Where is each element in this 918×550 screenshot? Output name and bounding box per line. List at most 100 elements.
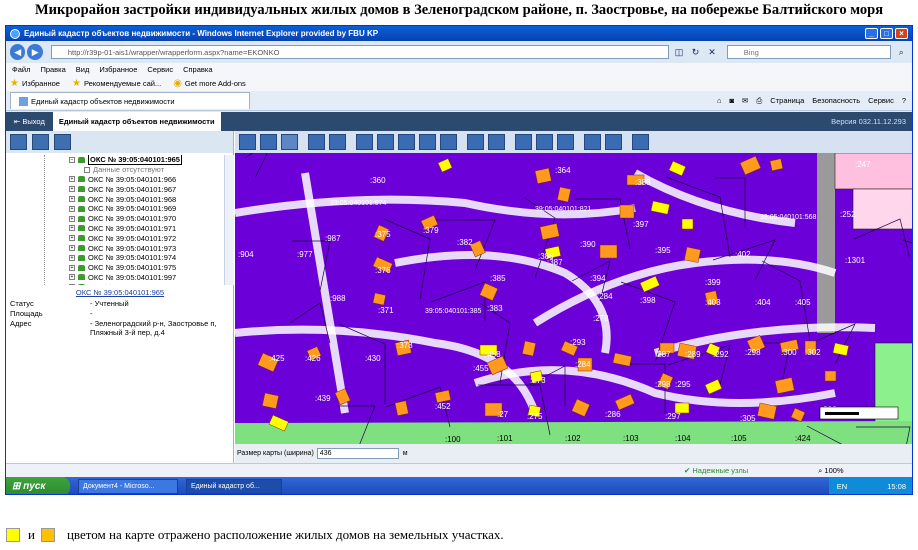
tree-item[interactable]: + ОКС № 39:05:040101:972 — [6, 233, 234, 243]
scale-icon[interactable] — [440, 134, 457, 150]
expand-icon[interactable]: + — [69, 186, 75, 193]
expand-icon[interactable]: + — [69, 284, 75, 285]
language-indicator[interactable]: EN — [837, 482, 847, 491]
layers-toggle-icon[interactable] — [584, 134, 601, 150]
tree-scrollbar[interactable] — [224, 155, 234, 285]
pan-icon[interactable] — [329, 134, 346, 150]
tree-item[interactable]: + ОКС № 39:05:040101:966 — [6, 175, 234, 185]
map-parcel-label: :426 — [305, 354, 321, 363]
search-input[interactable] — [726, 45, 892, 59]
print-map-icon[interactable] — [536, 134, 553, 150]
expand-icon[interactable]: + — [69, 245, 75, 252]
page-menu[interactable]: Страница — [770, 96, 804, 105]
tree-item-label: ОКС № 39:05:040101:969 — [88, 204, 177, 214]
map-parcel-label: :378 — [397, 341, 413, 350]
browser-tab[interactable]: Единый кадастр объектов недвижимости — [10, 92, 250, 109]
layers-icon[interactable] — [10, 134, 27, 150]
map-road — [532, 255, 837, 327]
maximize-button[interactable]: □ — [880, 28, 893, 39]
tree-item[interactable]: + ОКС № 39:05:040101:997 — [6, 273, 234, 283]
map-size-input[interactable] — [316, 448, 399, 459]
expand-icon[interactable]: + — [69, 176, 75, 183]
url-input[interactable] — [50, 45, 670, 59]
info-icon[interactable] — [488, 134, 505, 150]
zoom-out-icon[interactable] — [377, 134, 394, 150]
tree-item[interactable]: + ОКС № 39:05:040101:967 — [6, 184, 234, 194]
map-canvas[interactable]: :247:360:364:388:252:1301:987:375:379:38… — [235, 153, 913, 444]
exit-button[interactable]: ⇤ Выход — [6, 112, 53, 131]
security-zone[interactable]: ✔ Надежные узлы — [684, 466, 748, 475]
expand-icon[interactable]: + — [69, 274, 75, 281]
stop-icon[interactable]: ✕ — [705, 45, 719, 59]
mail-icon[interactable]: ✉ — [742, 96, 748, 105]
search-objects-icon[interactable] — [32, 134, 49, 150]
zoom-level[interactable]: ⌕ 100% — [818, 466, 843, 476]
back-icon[interactable]: ◀ — [10, 44, 26, 60]
measure-icon[interactable] — [515, 134, 532, 150]
menu-edit[interactable]: Правка — [40, 65, 65, 74]
search-icon[interactable]: ⌕ — [894, 45, 908, 59]
expand-icon[interactable]: + — [69, 264, 75, 271]
save-map-icon[interactable] — [308, 134, 325, 150]
app-tab[interactable]: Единый кадастр объектов недвижимости — [52, 112, 221, 131]
full-extent-icon[interactable] — [419, 134, 436, 150]
zoom-in-icon[interactable] — [356, 134, 373, 150]
exit-icon: ⇤ — [14, 117, 23, 126]
next-view-icon[interactable] — [281, 134, 298, 150]
cadastre-map[interactable]: :247:360:364:388:252:1301:987:375:379:38… — [235, 153, 913, 444]
menu-view[interactable]: Вид — [76, 65, 90, 74]
get-addons-link[interactable]: ◉ Get more Add-ons — [173, 78, 246, 89]
tree-item[interactable]: + ОКС № 39:05:040101:975 — [6, 263, 234, 273]
compat-view-icon[interactable]: ◫ — [672, 45, 686, 59]
tree-item[interactable]: + ОКС № 39:05:040101:969 — [6, 204, 234, 214]
window-titlebar[interactable]: Единый кадастр объектов недвижимости - W… — [6, 26, 912, 41]
map-parcel-label: :398 — [640, 296, 656, 305]
previous-view-icon[interactable] — [260, 134, 277, 150]
print-icon[interactable]: ⎙ — [756, 96, 762, 106]
map-parcel-label: :379 — [423, 226, 439, 235]
tree-item[interactable]: + ОКС № 39:05:040101:998 — [6, 282, 234, 285]
help-icon[interactable]: ? — [902, 96, 906, 105]
expand-icon[interactable]: + — [69, 196, 75, 203]
export-icon[interactable] — [557, 134, 574, 150]
start-button[interactable]: ⊞ пуск — [6, 477, 70, 494]
menu-help[interactable]: Справка — [183, 65, 212, 74]
expand-icon[interactable]: + — [69, 235, 75, 242]
home-icon[interactable]: ⌂ — [717, 96, 722, 105]
menu-favorites[interactable]: Избранное — [99, 65, 137, 74]
tree-item[interactable]: + ОКС № 39:05:040101:970 — [6, 214, 234, 224]
taskbar-word[interactable]: Документ4 - Microso... — [78, 479, 178, 494]
expand-icon[interactable]: + — [69, 205, 75, 212]
tree-item[interactable]: + ОКС № 39:05:040101:974 — [6, 253, 234, 263]
tools-menu[interactable]: Сервис — [868, 96, 894, 105]
expand-icon[interactable]: + — [69, 254, 75, 261]
hand-icon[interactable] — [398, 134, 415, 150]
save-icon[interactable] — [632, 134, 649, 150]
info-object-link[interactable]: ОКС № 39:05:040101:965 — [6, 288, 234, 297]
tree-item-label: ОКС № 39:05:040101:970 — [88, 214, 177, 224]
tree-item[interactable]: + ОКС № 39:05:040101:973 — [6, 243, 234, 253]
safety-menu[interactable]: Безопасность — [812, 96, 860, 105]
tree-item[interactable]: + ОКС № 39:05:040101:971 — [6, 224, 234, 234]
feeds-icon[interactable]: ◙ — [729, 96, 734, 105]
select-icon[interactable] — [467, 134, 484, 150]
home-view-icon[interactable] — [239, 134, 256, 150]
taskbar-ie[interactable]: Единый кадастр об... — [186, 479, 282, 494]
collapse-icon[interactable]: − — [69, 156, 75, 163]
refresh-icon[interactable]: ↻ — [689, 45, 703, 59]
minimize-button[interactable]: _ — [865, 28, 878, 39]
forward-icon[interactable]: ▶ — [27, 44, 43, 60]
favorites-button[interactable]: ★ Избранное — [10, 78, 60, 89]
legend-icon[interactable] — [605, 134, 622, 150]
menu-file[interactable]: Файл — [12, 65, 30, 74]
tree-item-selected[interactable]: − ОКС № 39:05:040101:965 — [6, 155, 234, 166]
menu-tools[interactable]: Сервис — [147, 65, 173, 74]
map-parcel-label: :403 — [705, 298, 721, 307]
documents-icon[interactable] — [54, 134, 71, 150]
suggested-sites-link[interactable]: ★ Рекомендуемые сай... — [72, 78, 161, 89]
expand-icon[interactable]: + — [69, 215, 75, 222]
expand-icon[interactable]: + — [69, 225, 75, 232]
info-row-address: Адрес - Зеленоградский р-н, Заостровье п,… — [10, 319, 232, 337]
tree-item[interactable]: + ОКС № 39:05:040101:968 — [6, 194, 234, 204]
close-button[interactable]: × — [895, 28, 908, 39]
